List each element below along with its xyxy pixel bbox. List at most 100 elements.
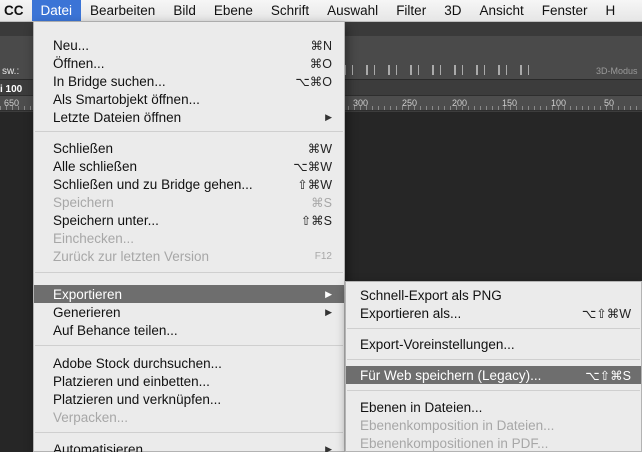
submenu-item-ebenenkomposition-in-dateien: Ebenenkomposition in Dateien...	[346, 416, 641, 434]
menu-item-label: Schnell-Export als PNG	[360, 287, 502, 303]
menu-item-einchecken: Einchecken...	[34, 229, 344, 247]
align-bottom-icon[interactable]	[432, 65, 441, 75]
menu-item-label: Neu...	[53, 37, 90, 53]
menu-item-automatisieren[interactable]: Automatisieren ▶	[34, 440, 344, 452]
distribute-center-icon[interactable]	[476, 65, 485, 75]
submenu-item-ebenen-in-dateien[interactable]: Ebenen in Dateien...	[346, 398, 641, 416]
menu-separator	[35, 272, 343, 273]
menu-item-label: Platzieren und einbetten...	[53, 373, 210, 389]
menu-item-shortcut: ⌥⇧⌘W	[581, 306, 631, 321]
menu-item-shortcut: ⇧⌘W	[297, 177, 332, 192]
document-tab[interactable]: i 100	[0, 84, 22, 95]
submenu-arrow-icon: ▶	[325, 288, 332, 299]
menu-separator	[35, 345, 343, 346]
menu-item-generieren[interactable]: Generieren ▶	[34, 303, 344, 321]
align-icons-group	[344, 62, 529, 78]
submenu-arrow-icon: ▶	[325, 443, 332, 452]
menu-item-shortcut: ⌘W	[307, 141, 332, 156]
menu-item-label: Einchecken...	[53, 230, 135, 246]
menu-item-shortcut: ⌘O	[309, 56, 332, 71]
menu-item-platzieren-und-verknuepfen[interactable]: Platzieren und verknüpfen...	[34, 390, 344, 408]
align-middle-icon[interactable]	[410, 65, 419, 75]
menubar-schrift[interactable]: Schrift	[262, 0, 318, 21]
menu-item-shortcut: ⌘S	[311, 195, 332, 210]
menubar-fenster[interactable]: Fenster	[533, 0, 597, 21]
menu-item-shortcut: ⌘N	[310, 38, 332, 53]
menu-item-in-bridge-suchen[interactable]: In Bridge suchen... ⌥⌘O	[34, 72, 344, 90]
menu-item-schliessen-und-zu-bridge[interactable]: Schließen und zu Bridge gehen... ⇧⌘W	[34, 175, 344, 193]
menu-item-label: Speichern unter...	[53, 212, 159, 228]
menu-item-shortcut: F12	[314, 250, 332, 262]
menu-item-shortcut: ⌥⌘O	[295, 74, 332, 89]
menu-item-label: Exportieren	[53, 286, 123, 302]
menu-item-shortcut: ⌥⇧⌘S	[585, 368, 631, 383]
menu-item-exportieren[interactable]: Exportieren ▶	[34, 285, 344, 303]
menu-item-label: Verpacken...	[53, 409, 129, 425]
menubar-filter[interactable]: Filter	[387, 0, 435, 21]
menubar-app-cc[interactable]: CC	[0, 0, 32, 21]
menu-item-auf-behance-teilen[interactable]: Auf Behance teilen...	[34, 321, 344, 339]
submenu-item-export-voreinstellungen[interactable]: Export-Voreinstellungen...	[346, 335, 641, 353]
menu-item-label: Adobe Stock durchsuchen...	[53, 355, 222, 371]
distribute-left-icon[interactable]	[454, 65, 463, 75]
menubar-auswahl[interactable]: Auswahl	[318, 0, 387, 21]
menu-item-speichern: Speichern ⌘S	[34, 193, 344, 211]
menubar-3d[interactable]: 3D	[435, 0, 470, 21]
menu-item-shortcut: ⇧⌘S	[300, 213, 332, 228]
menu-item-label: Für Web speichern (Legacy)...	[360, 367, 542, 383]
export-submenu: Schnell-Export als PNG Exportieren als..…	[345, 281, 642, 452]
menu-separator	[35, 432, 343, 433]
menubar-hilfe[interactable]: H	[597, 0, 625, 21]
menu-item-label: Letzte Dateien öffnen	[53, 109, 182, 125]
menu-item-label: Platzieren und verknüpfen...	[53, 391, 222, 407]
align-center-icon[interactable]	[366, 65, 375, 75]
menubar-ansicht[interactable]: Ansicht	[470, 0, 532, 21]
submenu-item-exportieren-als[interactable]: Exportieren als... ⌥⇧⌘W	[346, 304, 641, 322]
auto-align-icon[interactable]	[520, 65, 529, 75]
menu-item-speichern-unter[interactable]: Speichern unter... ⇧⌘S	[34, 211, 344, 229]
file-menu: Neu... ⌘N Öffnen... ⌘O In Bridge suchen.…	[33, 22, 345, 452]
submenu-item-fuer-web-speichern[interactable]: Für Web speichern (Legacy)... ⌥⇧⌘S	[346, 366, 641, 384]
menu-item-neu[interactable]: Neu... ⌘N	[34, 36, 344, 54]
menu-item-label: Export-Voreinstellungen...	[360, 336, 515, 352]
menu-item-zurueck-zur-letzten-version: Zurück zur letzten Version F12	[34, 247, 344, 265]
menu-separator	[347, 390, 640, 391]
distribute-right-icon[interactable]	[498, 65, 507, 75]
menu-bar: CC Datei Bearbeiten Bild Ebene Schrift A…	[0, 0, 642, 22]
menubar-bild[interactable]: Bild	[164, 0, 205, 21]
submenu-arrow-icon: ▶	[325, 111, 332, 122]
menu-item-adobe-stock-durchsuchen[interactable]: Adobe Stock durchsuchen...	[34, 354, 344, 372]
menu-item-schliessen[interactable]: Schließen ⌘W	[34, 139, 344, 157]
menu-item-label: Auf Behance teilen...	[53, 322, 178, 338]
menubar-bearbeiten[interactable]: Bearbeiten	[81, 0, 164, 21]
menu-item-letzte-dateien-oeffnen[interactable]: Letzte Dateien öffnen ▶	[34, 108, 344, 126]
menu-item-alle-schliessen[interactable]: Alle schließen ⌥⌘W	[34, 157, 344, 175]
menu-separator	[35, 131, 343, 132]
align-top-icon[interactable]	[388, 65, 397, 75]
menu-item-label: Automatisieren	[53, 441, 144, 452]
menu-item-label: Alle schließen	[53, 158, 138, 174]
menu-item-label: Schließen und zu Bridge gehen...	[53, 176, 253, 192]
menu-item-als-smartobjekt-oeffnen[interactable]: Als Smartobjekt öffnen...	[34, 90, 344, 108]
menu-item-label: Zurück zur letzten Version	[53, 248, 210, 264]
menu-item-label: Öffnen...	[53, 55, 105, 71]
menu-item-label: Als Smartobjekt öffnen...	[53, 91, 200, 107]
menu-separator	[347, 328, 640, 329]
options-label: sw.:	[2, 66, 20, 77]
submenu-item-ebenenkompositionen-in-pdf: Ebenenkompositionen in PDF...	[346, 434, 641, 452]
align-left-icon[interactable]	[344, 65, 353, 75]
menu-item-label: In Bridge suchen...	[53, 73, 166, 89]
menu-item-label: Ebenenkomposition in Dateien...	[360, 417, 555, 433]
menu-item-platzieren-und-einbetten[interactable]: Platzieren und einbetten...	[34, 372, 344, 390]
menu-item-label: Generieren	[53, 304, 121, 320]
menu-separator	[347, 359, 640, 360]
menu-item-shortcut: ⌥⌘W	[293, 159, 332, 174]
submenu-item-schnell-export-png[interactable]: Schnell-Export als PNG	[346, 286, 641, 304]
menubar-ebene[interactable]: Ebene	[205, 0, 262, 21]
menu-item-verpacken: Verpacken...	[34, 408, 344, 426]
menu-item-oeffnen[interactable]: Öffnen... ⌘O	[34, 54, 344, 72]
menu-item-label: Exportieren als...	[360, 305, 462, 321]
menubar-datei[interactable]: Datei	[31, 0, 82, 21]
3d-mode-label: 3D-Modus	[596, 66, 638, 76]
menu-item-label: Speichern	[53, 194, 114, 210]
